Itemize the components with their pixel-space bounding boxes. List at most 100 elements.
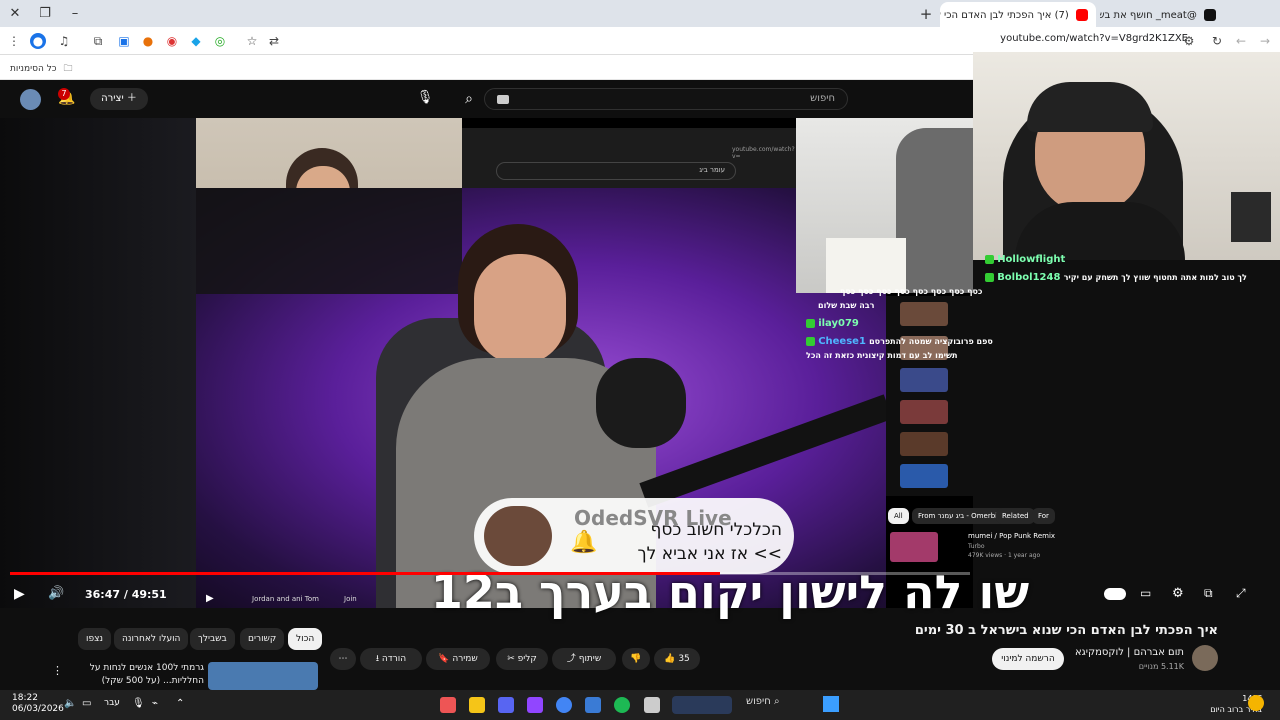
cast-icon[interactable]: ⇄ xyxy=(266,33,282,49)
app-icon[interactable] xyxy=(440,697,456,713)
mic-tray-icon[interactable]: 🎙 xyxy=(132,698,145,709)
extension-orange-icon[interactable]: ● xyxy=(140,33,156,49)
miniplayer-icon[interactable]: ⧉ xyxy=(1204,586,1213,601)
recommendation-menu-icon[interactable]: ⋮ xyxy=(52,664,63,677)
chrome-icon[interactable] xyxy=(556,697,572,713)
video-title: איך הפכתי לבן האדם הכי שנוא בישראל ב 30 … xyxy=(914,623,1218,638)
download-icon: ⭳ xyxy=(375,654,380,664)
network-icon[interactable]: ▭ xyxy=(82,698,91,709)
play-icon[interactable]: ▶ xyxy=(14,586,25,602)
extension-green-icon[interactable]: ◎ xyxy=(212,33,228,49)
search-input[interactable]: חיפוש xyxy=(484,88,848,110)
channel-name[interactable]: תום אברהם | לוקסמקיגא xyxy=(1075,647,1184,658)
chair-back xyxy=(896,128,973,293)
extension-blue-icon[interactable]: ◆ xyxy=(188,33,204,49)
speaker-icon[interactable]: 🔈 xyxy=(64,698,76,709)
media-icon[interactable]: ♫ xyxy=(56,33,72,49)
thumbs-up-icon: 👍 xyxy=(664,654,676,664)
save-button[interactable]: שמירה 🔖 xyxy=(426,648,490,670)
tab-inactive[interactable]: @meat_ חושף את בשר נא ✕ xyxy=(1100,2,1224,27)
address-bar[interactable]: youtube.com/watch?v=V8grd2K1ZXE xyxy=(1000,33,1188,44)
chip-recent[interactable]: הועלו לאחרונה xyxy=(114,628,189,650)
like-count: 35 xyxy=(678,654,690,664)
chat-line: Hollowflight xyxy=(985,254,1065,265)
all-bookmarks-label: כל הסימניות xyxy=(10,64,57,74)
reload-icon[interactable]: ↻ xyxy=(1209,33,1225,49)
clip-button[interactable]: קליפ ✂ xyxy=(496,648,548,670)
autoplay-toggle[interactable] xyxy=(1104,588,1126,600)
extension-red-icon[interactable]: ◉ xyxy=(164,33,180,49)
subtitles-icon[interactable]: ▭ xyxy=(1140,586,1151,600)
subscribe-button[interactable]: הרשמה למינוי xyxy=(992,648,1064,670)
chip-for-you[interactable]: בשבילך xyxy=(190,628,235,650)
like-button[interactable]: 35 👍 xyxy=(654,648,700,670)
app-purple-icon[interactable] xyxy=(527,697,543,713)
taskbar-search[interactable]: חיפוש ⌕ xyxy=(746,696,780,707)
file-explorer-icon[interactable] xyxy=(469,697,485,713)
app-grid-icon[interactable] xyxy=(585,697,601,713)
menu-kebab-icon[interactable]: ⋮ xyxy=(6,33,22,49)
back-icon[interactable]: ← xyxy=(1233,33,1249,49)
chip-all[interactable]: הכול xyxy=(288,628,323,650)
discord-icon[interactable] xyxy=(498,697,514,713)
restore-window-icon[interactable]: ❐ xyxy=(36,5,54,23)
volume-icon[interactable]: 🔊 xyxy=(48,586,64,601)
dislike-button[interactable]: 👎 xyxy=(622,648,650,670)
mic-icon[interactable]: 🎙 xyxy=(416,90,434,108)
browser-tab-bar: ✕ ❐ – + (7) איך הפכתי לבן האדם הכי שנוא … xyxy=(0,0,1280,27)
chat-line: Cheese1 ספם פרובוקציה שמטה להתפרסם xyxy=(806,336,993,347)
start-windows-icon[interactable] xyxy=(823,696,839,712)
chip-watched[interactable]: נצפו xyxy=(78,628,112,650)
profile-icon[interactable]: ● xyxy=(30,33,46,49)
wifi-icon[interactable]: ⌁ xyxy=(152,698,158,709)
share-label: שיתוף xyxy=(578,654,602,664)
spotify-icon[interactable] xyxy=(614,697,630,713)
recommendation-thumbnail[interactable] xyxy=(208,662,318,690)
chat-text: ספם פרובוקציה שמטה להתפרסם xyxy=(869,337,993,346)
headphones xyxy=(1027,82,1153,132)
settings-gear-icon[interactable]: ⚙ xyxy=(1172,586,1184,601)
tab-active[interactable]: (7) איך הפכתי לבן האדם הכי שנוא ✕ xyxy=(940,2,1096,27)
create-button[interactable]: יצירה ＋ xyxy=(90,88,148,110)
progress-fill xyxy=(10,572,721,575)
tab-title: (7) איך הפכתי לבן האדם הכי שנוא xyxy=(940,10,1069,21)
more-actions-button[interactable]: ⋯ xyxy=(330,648,356,670)
clock-date: 06/03/2026 xyxy=(12,704,64,714)
chat-user: Cheese1 xyxy=(818,336,866,347)
fullscreen-icon[interactable]: ⤢ xyxy=(1236,586,1246,601)
inner-player-bar: ▶ Jordan and ani Tom Join xyxy=(200,590,440,610)
share-button[interactable]: שיתוף ⤴ xyxy=(552,648,616,670)
microphone xyxy=(596,358,686,448)
forward-icon[interactable]: → xyxy=(1257,33,1273,49)
all-bookmarks-link[interactable]: כל הסימניות 🗀 xyxy=(10,61,72,77)
rec-thumb xyxy=(900,432,948,456)
keyboard-icon[interactable] xyxy=(497,95,509,104)
chip-related[interactable]: קשורים xyxy=(240,628,285,650)
input-language[interactable]: עבר xyxy=(104,698,120,708)
app-window-icon[interactable] xyxy=(644,697,660,713)
chat-line: רבה שבת שלום xyxy=(818,301,875,310)
discord-overlay xyxy=(196,188,462,294)
search-icon[interactable]: ⌕ xyxy=(458,88,480,110)
taskbar xyxy=(0,690,1280,720)
bookmark-star-icon[interactable]: ☆ xyxy=(244,33,260,49)
extensions-icon[interactable]: ⧉ xyxy=(90,33,106,49)
channel-avatar[interactable] xyxy=(1192,645,1218,671)
caption-line-2: >> אז אני אביא לך xyxy=(637,544,782,564)
thumbs-down-icon: 👎 xyxy=(630,654,642,664)
new-tab-icon[interactable]: + xyxy=(917,5,935,23)
recommendation-title[interactable]: גרמתי ל100 אנשים לנחות על החלליות... (על… xyxy=(66,662,204,688)
tray-overflow-icon[interactable]: ⌃ xyxy=(176,698,184,709)
download-button[interactable]: הורדה ⭳ xyxy=(360,648,422,670)
tab-title: @meat_ חושף את בשר נא xyxy=(1100,10,1197,21)
minimize-window-icon[interactable]: – xyxy=(66,5,84,23)
system-clock[interactable]: 18:22 06/03/2026 xyxy=(12,693,64,715)
site-settings-icon[interactable]: ⚙ xyxy=(1181,33,1197,49)
avatar[interactable] xyxy=(20,89,41,110)
in-video-chip-all[interactable]: All xyxy=(888,508,909,524)
extension-tab-icon[interactable]: ▣ xyxy=(116,33,132,49)
close-window-icon[interactable]: ✕ xyxy=(6,5,24,23)
chat-user: Hollowflight xyxy=(997,254,1066,265)
inner-channel: Jordan and ani Tom xyxy=(252,595,319,603)
rec-thumb xyxy=(900,368,948,392)
